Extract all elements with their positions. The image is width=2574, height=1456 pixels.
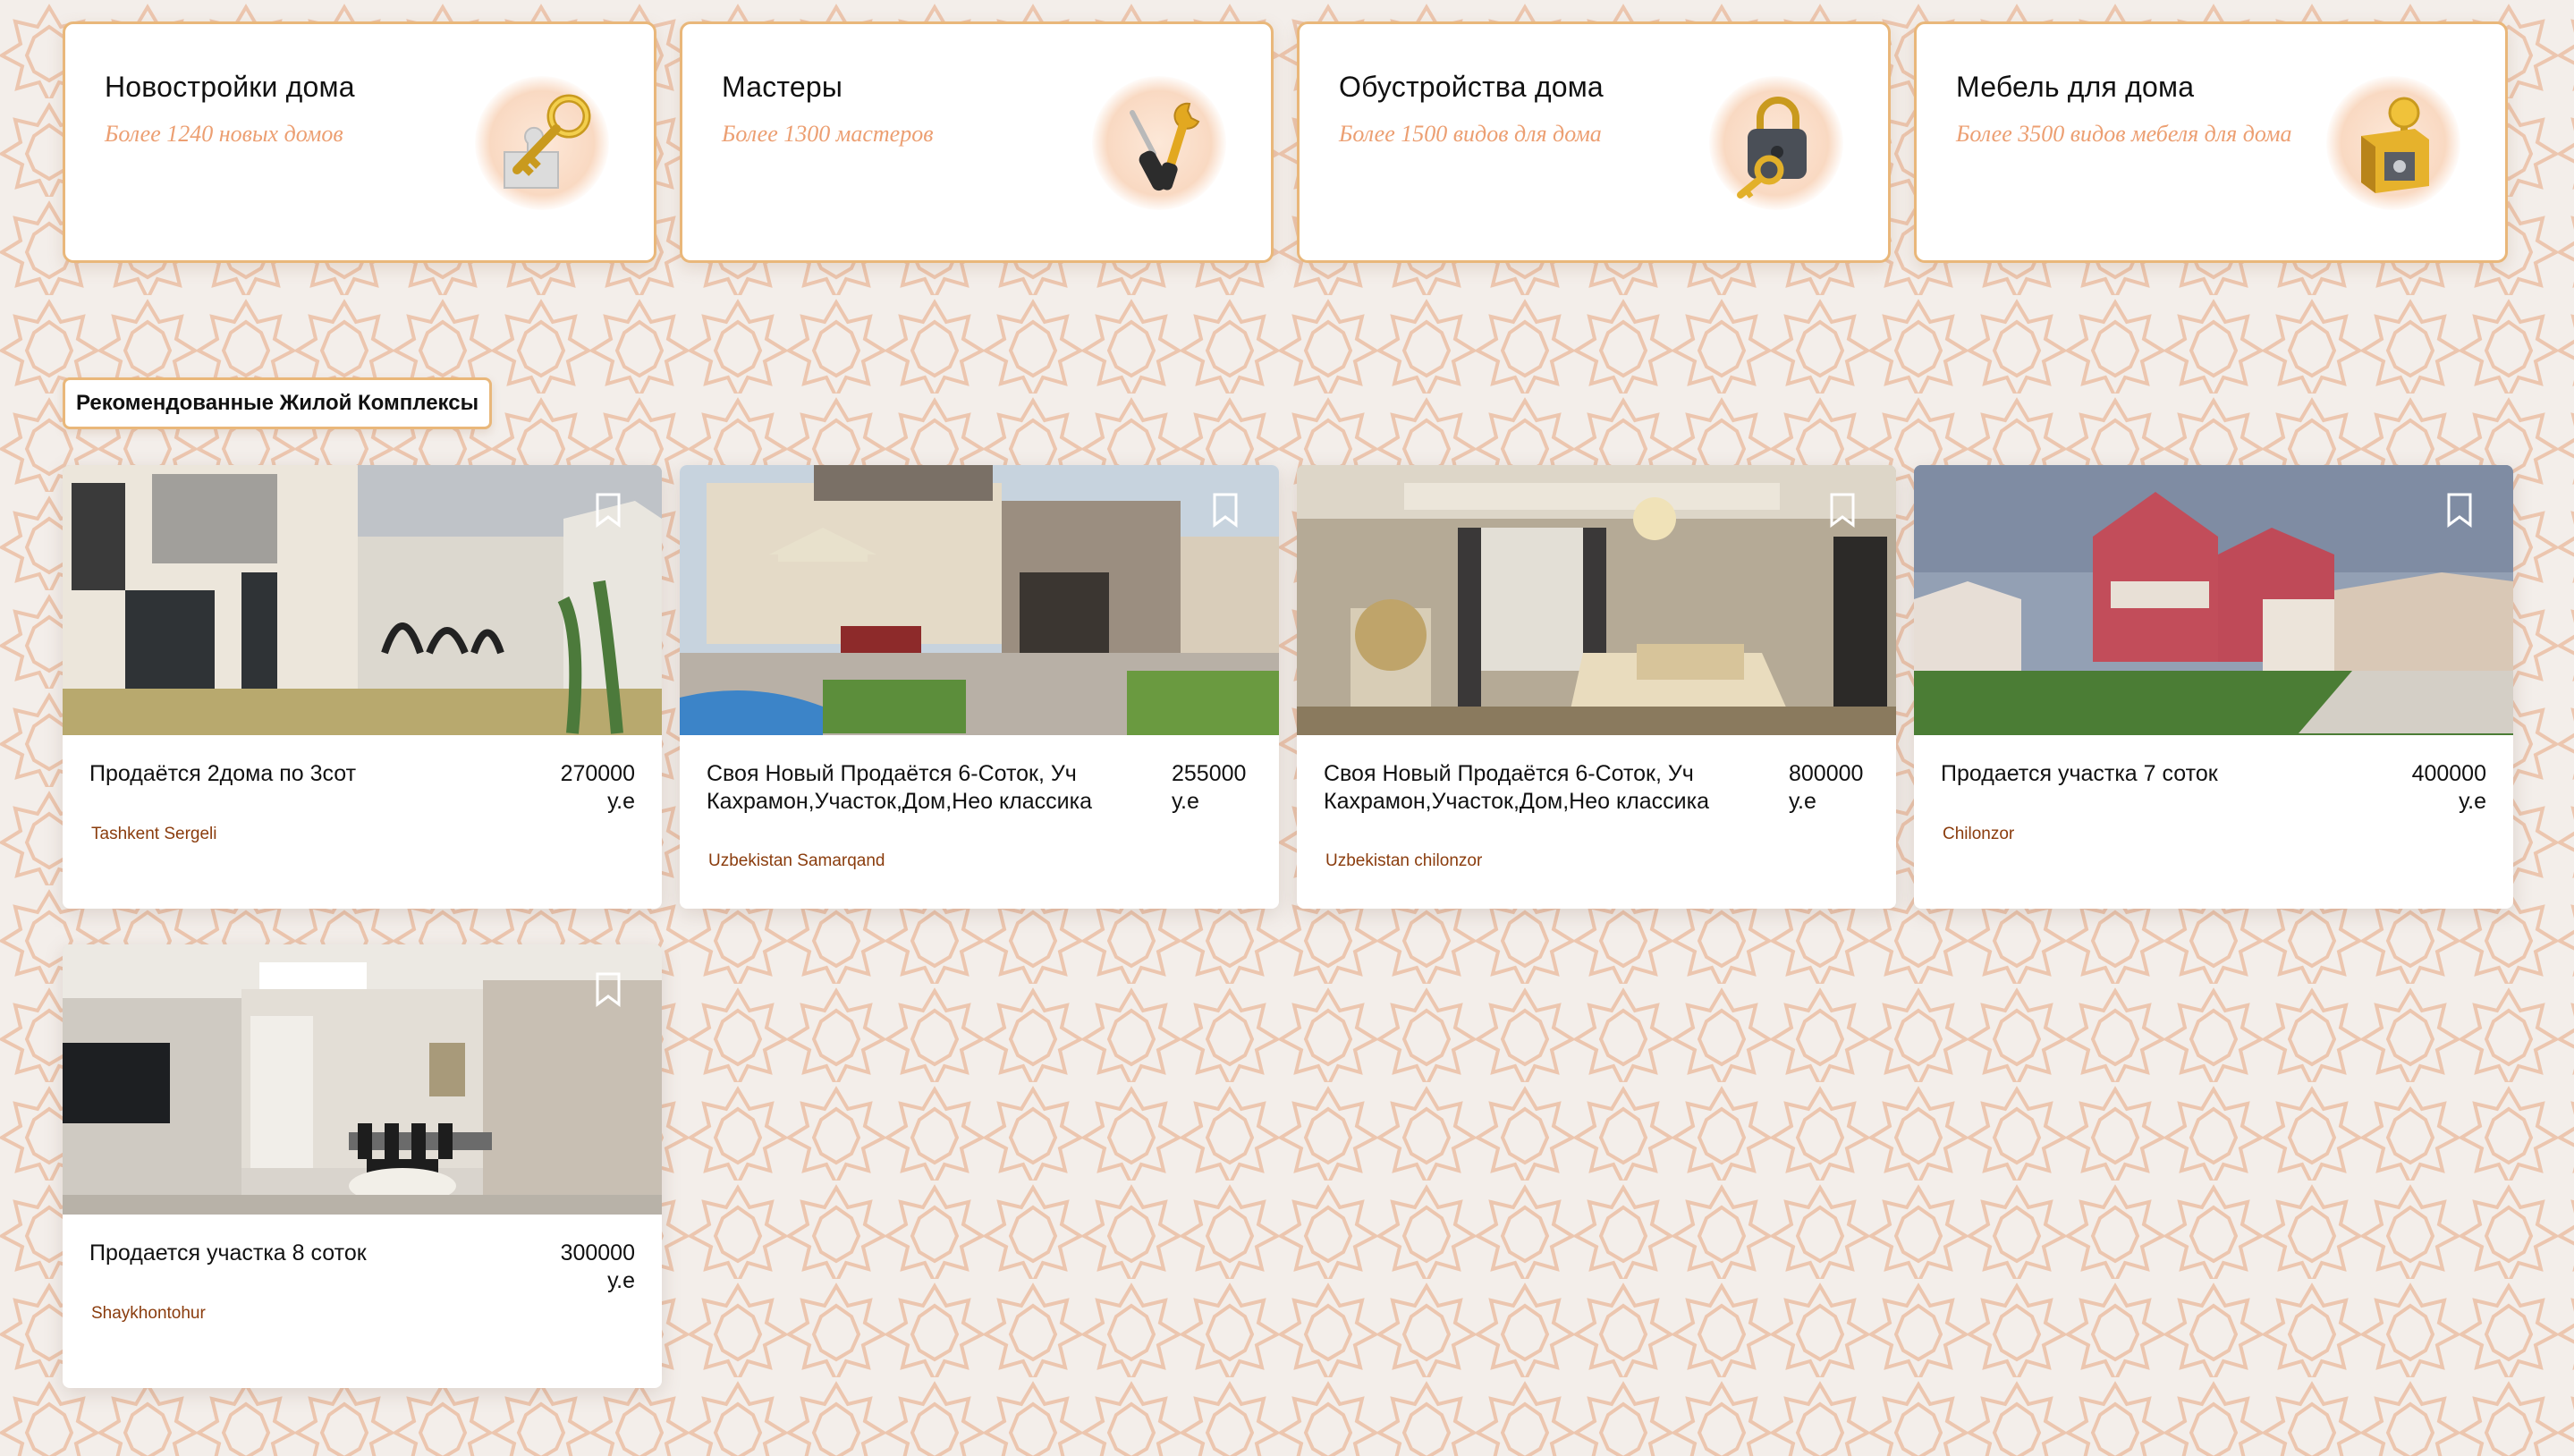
listing-photo <box>1297 465 1896 735</box>
listing-location: Uzbekistan chilonzor <box>1325 851 1483 870</box>
bookmark-icon[interactable] <box>2445 492 2474 528</box>
listing-location: Chilonzor <box>1943 825 2015 843</box>
listing-card[interactable]: Продается участка 7 соток 400000 у.е Chi… <box>1914 465 2513 909</box>
listing-location: Uzbekistan Samarqand <box>708 851 885 870</box>
category-subtitle: Более 1500 видов для дома <box>1339 121 1602 147</box>
listing-title: Продается участка 7 соток <box>1941 761 2218 786</box>
bookmark-icon[interactable] <box>1828 492 1857 528</box>
listing-title: Продаётся 2дома по 3сот <box>89 761 357 786</box>
category-subtitle: Более 1240 новых домов <box>105 121 343 147</box>
bookmark-icon[interactable] <box>594 492 622 528</box>
category-title: Мебель для дома <box>1956 71 2195 103</box>
listing-title: Своя Новый Продаётся 6-Соток, Уч Кахрамо… <box>707 761 1093 814</box>
category-card-furniture[interactable]: Мебель для дома Более 3500 видов мебеля … <box>1914 21 2508 263</box>
listing-title: Продается участка 8 соток <box>89 1240 367 1266</box>
tools-icon <box>1092 76 1226 210</box>
listing-price: 270000 у.е <box>560 761 635 814</box>
category-card-masters[interactable]: Мастеры Более 1300 мастеров <box>680 21 1274 263</box>
listing-photo <box>63 465 662 735</box>
listing-price: 255000 у.е <box>1172 761 1247 814</box>
category-subtitle: Более 1300 мастеров <box>722 121 934 147</box>
bookmark-icon[interactable] <box>1211 492 1240 528</box>
section-title: Рекомендованные Жилой Комплексы <box>63 377 493 429</box>
category-subtitle: Более 3500 видов мебеля для дома <box>1956 121 2292 147</box>
category-title: Новостройки дома <box>105 71 355 103</box>
listing-card[interactable]: Продается участка 8 соток 300000 у.е Sha… <box>63 944 662 1388</box>
category-row: Новостройки дома Более 1240 новых домов … <box>63 21 2508 263</box>
listing-card[interactable]: Своя Новый Продаётся 6-Соток, Уч Кахрамо… <box>1297 465 1896 909</box>
listing-photo <box>1914 465 2513 735</box>
category-card-home-improvement[interactable]: Обустройства дома Более 1500 видов для д… <box>1297 21 1891 263</box>
listing-card[interactable]: Своя Новый Продаётся 6-Соток, Уч Кахрамо… <box>680 465 1279 909</box>
safe-key-icon <box>2326 76 2460 210</box>
key-puzzle-icon <box>475 76 609 210</box>
listing-price: 300000 у.е <box>560 1240 635 1293</box>
category-title: Обустройства дома <box>1339 71 1604 103</box>
listing-price: 400000 у.е <box>2411 761 2486 814</box>
bookmark-icon[interactable] <box>594 971 622 1007</box>
listing-title: Своя Новый Продаётся 6-Соток, Уч Кахрамо… <box>1324 761 1710 814</box>
padlock-key-icon <box>1709 76 1843 210</box>
category-title: Мастеры <box>722 71 843 103</box>
listing-location: Shaykhontohur <box>91 1304 206 1323</box>
listing-photo <box>63 944 662 1215</box>
listing-location: Tashkent Sergeli <box>91 825 217 843</box>
listing-card[interactable]: Продаётся 2дома по 3сот 270000 у.е Tashk… <box>63 465 662 909</box>
category-card-new-homes[interactable]: Новостройки дома Более 1240 новых домов <box>63 21 656 263</box>
listing-photo <box>680 465 1279 735</box>
listing-price: 800000 у.е <box>1789 761 1864 814</box>
